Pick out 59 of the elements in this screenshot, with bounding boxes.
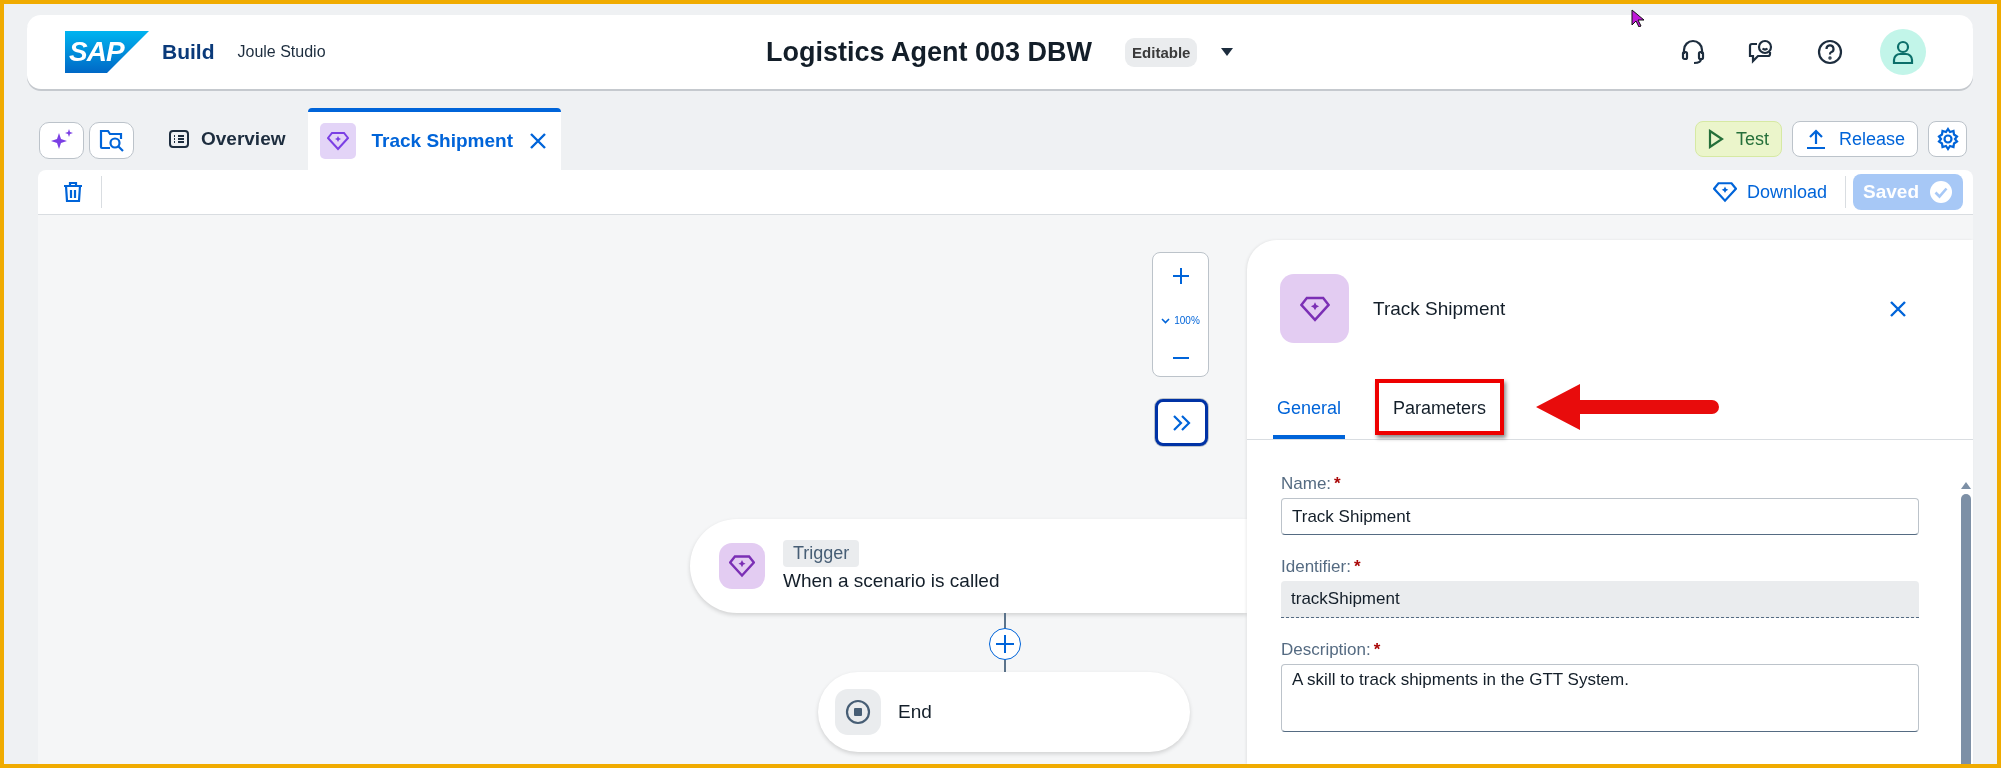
- sap-logo[interactable]: SAP: [65, 31, 149, 73]
- test-button[interactable]: Test: [1694, 121, 1782, 157]
- scrollbar[interactable]: [1959, 480, 1973, 764]
- panel-tab[interactable]: General: [1273, 377, 1346, 439]
- zoom-out-icon[interactable]: [1171, 356, 1190, 360]
- headset-icon[interactable]: [1681, 39, 1705, 65]
- scroll-up-icon[interactable]: [1959, 480, 1973, 490]
- add-step-button[interactable]: [989, 628, 1021, 660]
- double-chevron-icon: [1171, 413, 1192, 432]
- identifier-input[interactable]: trackShipment: [1281, 581, 1919, 618]
- tab-label: Track Shipment: [371, 130, 513, 152]
- project-title: Logistics Agent 003 DBW: [766, 36, 1093, 68]
- status-badge: Editable: [1125, 37, 1198, 67]
- field-label: Name: *: [1281, 474, 1342, 494]
- stop-icon: [835, 689, 881, 735]
- zoom-in-icon[interactable]: [1171, 267, 1190, 285]
- skill-icon: [1280, 274, 1349, 343]
- end-node[interactable]: End: [818, 672, 1190, 752]
- skill-icon: [719, 543, 765, 589]
- product-name: Build: [162, 40, 215, 64]
- panel-title: Track Shipment: [1373, 297, 1506, 320]
- feedback-icon[interactable]: [1748, 39, 1774, 65]
- expand-panel-button[interactable]: [1155, 399, 1208, 446]
- close-icon[interactable]: [529, 132, 547, 150]
- settings-button[interactable]: [1928, 121, 1967, 157]
- help-icon[interactable]: [1817, 39, 1843, 65]
- field-label: Identifier: *: [1281, 557, 1362, 577]
- plus-icon: [995, 634, 1015, 654]
- list-icon: [169, 130, 189, 148]
- description-input[interactable]: A skill to track shipments in the GTT System.: [1281, 664, 1919, 732]
- skill-icon: [319, 123, 356, 159]
- download-button[interactable]: Download: [1712, 181, 1827, 203]
- zoom-level: 100%: [1174, 315, 1200, 326]
- release-button[interactable]: Release: [1791, 121, 1918, 157]
- close-icon[interactable]: [1889, 299, 1907, 318]
- app-name: Joule Studio: [237, 43, 326, 61]
- chevron-down-icon[interactable]: [1161, 317, 1171, 324]
- search-files-button[interactable]: [89, 121, 134, 159]
- caret-icon[interactable]: [1220, 47, 1235, 57]
- cursor-icon: [1631, 9, 1645, 27]
- user-avatar[interactable]: [1880, 29, 1926, 75]
- settings-icon: [1935, 127, 1960, 151]
- editor-tab[interactable]: Track Shipment: [307, 108, 561, 170]
- diamond-icon: [1712, 181, 1737, 203]
- ai-assistant-button[interactable]: [39, 121, 84, 159]
- tab-label: Overview: [201, 128, 286, 150]
- folder-search-icon: [98, 128, 125, 152]
- trigger-node[interactable]: Trigger When a scenario is called: [690, 519, 1247, 613]
- panel-tab[interactable]: Parameters: [1375, 377, 1505, 439]
- checkmark-icon: [1929, 180, 1953, 204]
- name-input[interactable]: Track Shipment: [1281, 498, 1919, 535]
- node-text: End: [898, 701, 932, 723]
- upload-icon: [1804, 128, 1827, 150]
- editor-tab[interactable]: Overview: [139, 108, 308, 170]
- node-tag: Trigger: [783, 540, 860, 567]
- delete-icon[interactable]: [63, 181, 83, 203]
- play-icon: [1707, 129, 1724, 149]
- node-text: When a scenario is called: [783, 570, 1000, 592]
- field-label: Description: *: [1281, 640, 1382, 660]
